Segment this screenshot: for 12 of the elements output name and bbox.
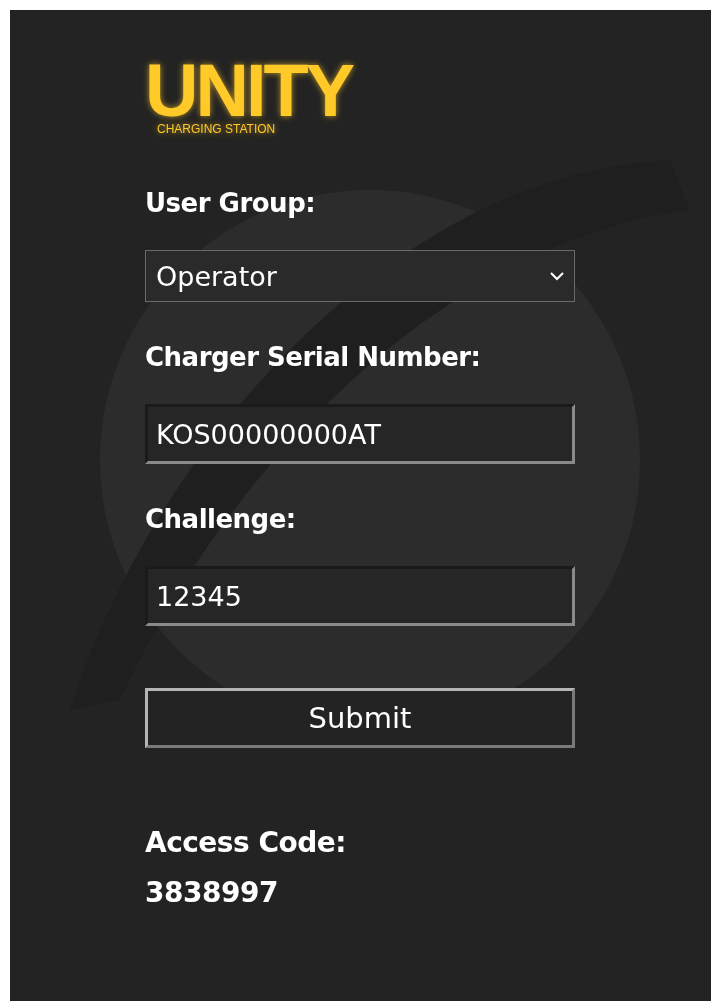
input-field[interactable]: KOS00000000AT <box>145 404 575 464</box>
submit-button[interactable]: Submit <box>145 688 575 748</box>
field-label: Charger Serial Number: <box>145 342 482 372</box>
result-label: Access Code: <box>145 825 347 861</box>
chevron-down-icon <box>550 271 564 281</box>
field-label: Challenge: <box>145 504 297 534</box>
access-code: 3838997 <box>145 875 279 911</box>
logo-title: UNITY <box>145 58 352 124</box>
logo-subtitle: CHARGING STATION <box>157 122 276 136</box>
input-field[interactable]: 12345 <box>145 566 575 626</box>
field-label: User Group: <box>145 188 317 218</box>
user-group-select[interactable]: Operator <box>145 250 575 302</box>
